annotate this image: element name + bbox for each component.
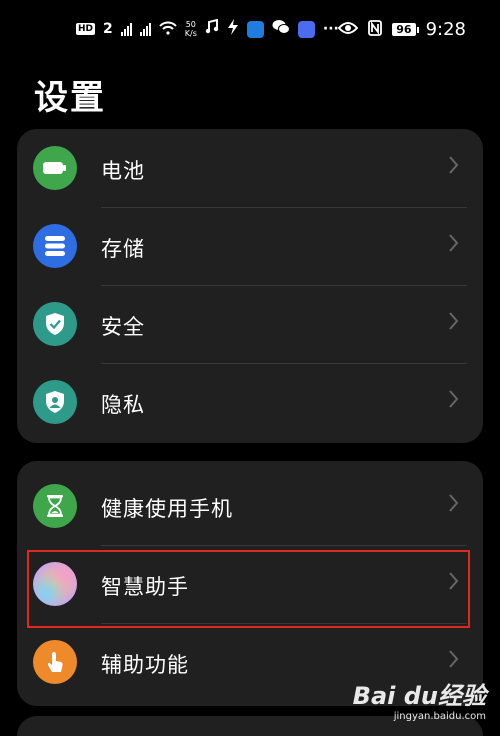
music-icon: [205, 18, 219, 39]
bolt-icon: [227, 19, 239, 39]
settings-item-storage[interactable]: 存储: [17, 207, 483, 285]
chevron-right-icon: [449, 390, 459, 408]
settings-item-digital-balance[interactable]: 健康使用手机: [17, 467, 483, 545]
watermark-site: jingyan.baidu.com: [393, 711, 486, 722]
highlight-box: [27, 550, 470, 628]
item-label: 存储: [101, 237, 145, 261]
chevron-right-icon: [449, 234, 459, 252]
wechat-icon: [272, 19, 290, 39]
settings-group-device: 电池 存储 安全 隐私: [17, 129, 483, 443]
security-app-icon: [246, 20, 264, 38]
item-label: 隐私: [101, 393, 145, 417]
chevron-right-icon: [449, 312, 459, 330]
item-label: 辅助功能: [101, 653, 189, 677]
privacy-icon: [33, 380, 77, 424]
chevron-right-icon: [449, 494, 459, 512]
status-bar: HD 2 50 K/s ··· 96 9:28: [0, 0, 500, 62]
settings-item-battery[interactable]: 电池: [17, 129, 483, 207]
baidu-watermark: Bai du经验 jingyan.baidu.com: [353, 676, 486, 722]
network-speed: 50 K/s: [184, 20, 197, 38]
hand-icon: [33, 640, 77, 684]
chevron-right-icon: [449, 156, 459, 174]
storage-icon: [33, 224, 77, 268]
sim-number: 2: [103, 21, 113, 37]
watermark-logo: Bai du经验: [352, 682, 486, 710]
hourglass-icon: [33, 484, 77, 528]
settings-item-privacy[interactable]: 隐私: [17, 363, 483, 441]
settings-item-security[interactable]: 安全: [17, 285, 483, 363]
battery-indicator: 96: [392, 23, 419, 36]
clock: 9:28: [425, 19, 466, 40]
item-label: 电池: [101, 159, 145, 183]
item-label: 健康使用手机: [101, 497, 233, 521]
shield-icon: [33, 302, 77, 346]
eye-icon: [337, 20, 359, 39]
page-title: 设置: [34, 78, 106, 118]
battery-icon: [33, 146, 77, 190]
signal-icon-2: [139, 22, 151, 36]
nfc-icon: [368, 19, 383, 40]
qq-icon: [297, 20, 315, 38]
more-notifications-icon: ···: [322, 21, 339, 37]
hd-voice-icon: HD: [76, 23, 96, 35]
wifi-icon: [159, 20, 177, 39]
chevron-right-icon: [449, 650, 459, 668]
item-label: 安全: [101, 315, 145, 339]
signal-icon: [120, 22, 132, 36]
